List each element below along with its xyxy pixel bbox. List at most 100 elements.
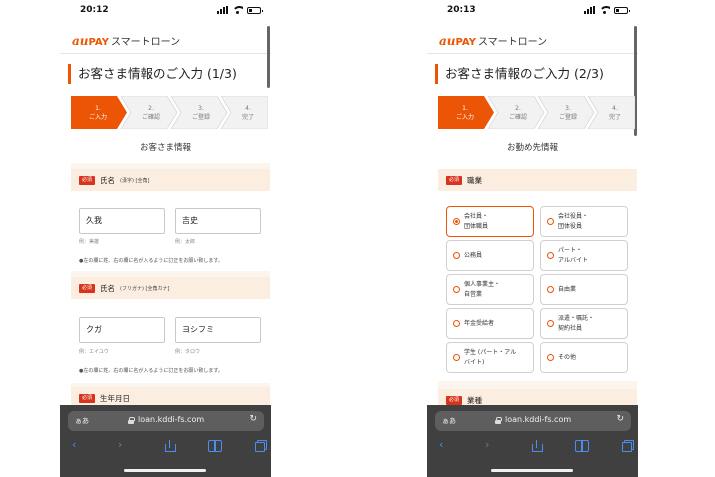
step-indicator: 1. ご入力 2. ご確認 3. ご登録 4. 完了	[438, 96, 635, 129]
phone-screen-step2: 20:13 au PAY スマートローン お客さま情報のご入力 (2/3) 1.…	[427, 0, 638, 477]
forward-icon[interactable]: ›	[118, 438, 122, 451]
employment-form: 必須 職業 会社員・ 団体職員 会社役員・ 団体役員 公務員 パート・ アルバイト 個…	[438, 163, 637, 413]
step-3: 3. ご登録	[191, 105, 210, 121]
occupation-option[interactable]: 会社員・ 団体職員	[446, 206, 534, 237]
step-2: 2. ご確認	[141, 105, 160, 121]
section-title: お客さま情報	[139, 143, 191, 153]
field-label: 業種	[467, 395, 483, 405]
phone-screen-step1: 20:12 au PAY スマートローン お客さま情報のご入力 (1/3) 1.…	[60, 0, 271, 477]
bookmarks-icon[interactable]	[208, 440, 222, 452]
signal-icon	[217, 6, 228, 14]
safari-toolbar: ぁあ loan.kddi-fs.com ↻ ‹ ›	[427, 405, 638, 477]
required-badge: 必須	[79, 175, 96, 185]
step-indicator: 1. ご入力 2. ご確認 3. ご登録 4. 完了	[71, 96, 268, 129]
url-text[interactable]: loan.kddi-fs.com	[505, 415, 571, 424]
wifi-icon	[599, 6, 610, 14]
text-size-button[interactable]: ぁあ	[75, 416, 89, 426]
battery-icon	[247, 6, 263, 14]
field-label: 氏名	[100, 175, 116, 185]
occupation-option[interactable]: パート・ アルバイト	[540, 240, 628, 271]
address-bar[interactable]: ぁあ loan.kddi-fs.com ↻	[68, 411, 264, 431]
share-icon[interactable]	[532, 440, 543, 452]
section-title: お勤め先情報	[506, 143, 558, 153]
example-text: 例：エイユウ	[79, 349, 109, 355]
required-badge: 必須	[446, 395, 463, 405]
first-name-kana-input[interactable]: ヨシフミ	[175, 317, 261, 343]
step-2: 2. ご確認	[508, 105, 527, 121]
first-name-kanji-input[interactable]: 吉史	[175, 208, 261, 234]
home-indicator[interactable]	[491, 469, 573, 472]
back-icon[interactable]: ‹	[439, 438, 443, 451]
occupation-option[interactable]: 個人事業主・ 自営業	[446, 274, 534, 305]
home-indicator[interactable]	[124, 469, 206, 472]
required-badge: 必須	[79, 283, 96, 293]
bookmarks-icon[interactable]	[575, 440, 589, 452]
occupation-option[interactable]: 学生 (パート・アル バイト)	[446, 342, 534, 373]
page-title: お客さま情報のご入力 (2/3)	[435, 64, 604, 84]
safari-toolbar: ぁあ loan.kddi-fs.com ↻ ‹ ›	[60, 405, 271, 477]
radio-button[interactable]	[547, 218, 554, 225]
status-bar: 20:12	[60, 0, 271, 24]
field-note: (漢字) [全角]	[120, 177, 150, 184]
forward-icon[interactable]: ›	[485, 438, 489, 451]
lock-icon	[495, 417, 502, 424]
occupation-option[interactable]: 公務員	[446, 240, 534, 271]
required-badge: 必須	[79, 393, 96, 403]
status-bar: 20:13	[427, 0, 638, 24]
reload-icon[interactable]: ↻	[249, 414, 257, 424]
step-1: 1. ご入力	[455, 105, 474, 121]
lock-icon	[128, 417, 135, 424]
signal-icon	[584, 6, 595, 14]
hint-text: ●左の欄に姓、右の欄に名が入るように訂正をお願い致します。	[79, 368, 223, 374]
radio-button[interactable]	[453, 218, 460, 225]
radio-button[interactable]	[453, 286, 460, 293]
step-3: 3. ご登録	[558, 105, 577, 121]
au-pay-smartloan-logo[interactable]: au PAY スマートローン	[72, 33, 180, 48]
radio-button[interactable]	[453, 320, 460, 327]
radio-button[interactable]	[547, 354, 554, 361]
share-icon[interactable]	[165, 440, 176, 452]
occupation-header: 必須 職業	[438, 169, 637, 191]
url-text[interactable]: loan.kddi-fs.com	[138, 415, 204, 424]
occupation-option[interactable]: 会社役員・ 団体役員	[540, 206, 628, 237]
reload-icon[interactable]: ↻	[616, 414, 624, 424]
name-kana-header: 必須 氏名 (フリガナ) [全角カナ]	[71, 277, 270, 299]
battery-icon	[614, 6, 630, 14]
text-size-button[interactable]: ぁあ	[442, 416, 456, 426]
example-text: 例：美雄	[79, 239, 100, 245]
scrollbar[interactable]	[267, 26, 270, 88]
occupation-option[interactable]: 年金受給者	[446, 308, 534, 339]
status-time: 20:13	[447, 5, 476, 15]
tabs-icon[interactable]	[255, 440, 267, 452]
app-header: au PAY スマートローン	[60, 26, 271, 54]
step-1: 1. ご入力	[88, 105, 107, 121]
occupation-option[interactable]: その他	[540, 342, 628, 373]
status-time: 20:12	[80, 5, 109, 15]
required-badge: 必須	[446, 175, 463, 185]
radio-button[interactable]	[453, 354, 460, 361]
au-pay-smartloan-logo[interactable]: au PAY スマートローン	[439, 33, 547, 48]
radio-button[interactable]	[547, 320, 554, 327]
radio-button[interactable]	[453, 252, 460, 259]
radio-button[interactable]	[547, 252, 554, 259]
page-title: お客さま情報のご入力 (1/3)	[68, 64, 237, 84]
tabs-icon[interactable]	[622, 440, 634, 452]
customer-info-form: 必須 氏名 (漢字) [全角] 久我 吉史 例：美雄 例：太郎 ●左の欄に姓、右…	[71, 163, 270, 413]
field-note: (フリガナ) [全角カナ]	[120, 285, 170, 292]
occupation-option[interactable]: 自由業	[540, 274, 628, 305]
field-label: 職業	[467, 175, 483, 185]
address-bar[interactable]: ぁあ loan.kddi-fs.com ↻	[435, 411, 631, 431]
field-label: 氏名	[100, 283, 116, 293]
step-4: 4. 完了	[608, 105, 621, 121]
occupation-option[interactable]: 派遣・嘱託・ 契約社員	[540, 308, 628, 339]
field-label: 生年月日	[100, 393, 131, 403]
hint-text: ●左の欄に姓、右の欄に名が入るように訂正をお願い致します。	[79, 258, 223, 264]
radio-button[interactable]	[547, 286, 554, 293]
last-name-kana-input[interactable]: クガ	[79, 317, 165, 343]
back-icon[interactable]: ‹	[72, 438, 76, 451]
step-4: 4. 完了	[241, 105, 254, 121]
example-text: 例：太郎	[175, 239, 196, 245]
last-name-kanji-input[interactable]: 久我	[79, 208, 165, 234]
app-header: au PAY スマートローン	[427, 26, 638, 54]
wifi-icon	[232, 6, 243, 14]
